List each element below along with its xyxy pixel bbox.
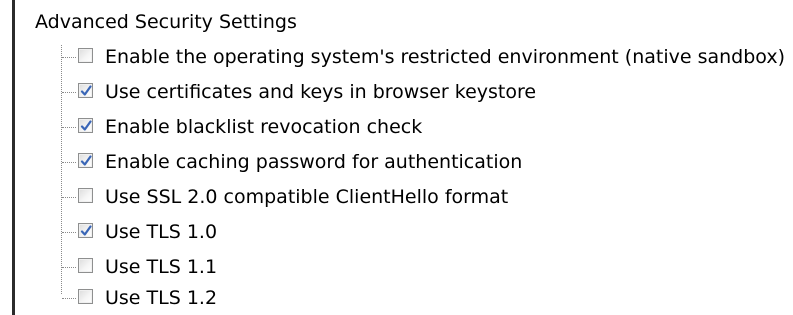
tls-1-1-label: Use TLS 1.1: [105, 256, 218, 278]
blacklist-revocation-label: Enable blacklist revocation check: [105, 116, 423, 138]
checkmark-icon: [80, 120, 92, 131]
tree-branch-line: [62, 92, 76, 93]
tls-1-0-checkbox[interactable]: [78, 223, 93, 238]
ssl2-clienthello-label: Use SSL 2.0 compatible ClientHello forma…: [105, 186, 509, 208]
tree-branch-line: [62, 298, 76, 299]
tree-item-ssl2-clienthello[interactable]: Use SSL 2.0 compatible ClientHello forma…: [0, 185, 793, 209]
tree-branch-line: [62, 57, 76, 58]
native-sandbox-checkbox[interactable]: [78, 48, 93, 63]
tls-1-2-checkbox[interactable]: [78, 289, 93, 304]
tree-branch-line: [62, 162, 76, 163]
tls-1-2-label: Use TLS 1.2: [105, 287, 218, 309]
checkmark-icon: [80, 155, 92, 166]
tree-item-caching-password[interactable]: Enable caching password for authenticati…: [0, 150, 793, 174]
caching-password-checkbox[interactable]: [78, 153, 93, 168]
group-title: Advanced Security Settings: [35, 11, 297, 33]
tree-item-blacklist-revocation[interactable]: Enable blacklist revocation check: [0, 115, 793, 139]
tls-1-0-label: Use TLS 1.0: [105, 221, 218, 243]
tree-branch-line: [62, 232, 76, 233]
blacklist-revocation-checkbox[interactable]: [78, 118, 93, 133]
advanced-security-settings-panel: Advanced Security Settings Enable the op…: [0, 0, 793, 315]
tree-item-browser-keystore[interactable]: Use certificates and keys in browser key…: [0, 80, 793, 104]
browser-keystore-label: Use certificates and keys in browser key…: [105, 81, 537, 103]
checkmark-icon: [80, 225, 92, 236]
tree-branch-line: [62, 267, 76, 268]
tree-item-tls-1-1[interactable]: Use TLS 1.1: [0, 255, 793, 279]
tree-branch-line: [62, 197, 76, 198]
browser-keystore-checkbox[interactable]: [78, 83, 93, 98]
tree-item-tls-1-2[interactable]: Use TLS 1.2: [0, 286, 793, 310]
tree-item-native-sandbox[interactable]: Enable the operating system's restricted…: [0, 45, 793, 69]
tree-item-tls-1-0[interactable]: Use TLS 1.0: [0, 220, 793, 244]
caching-password-label: Enable caching password for authenticati…: [105, 151, 523, 173]
tls-1-1-checkbox[interactable]: [78, 258, 93, 273]
native-sandbox-label: Enable the operating system's restricted…: [105, 46, 785, 68]
tree-branch-line: [62, 127, 76, 128]
ssl2-clienthello-checkbox[interactable]: [78, 188, 93, 203]
checkmark-icon: [80, 85, 92, 96]
